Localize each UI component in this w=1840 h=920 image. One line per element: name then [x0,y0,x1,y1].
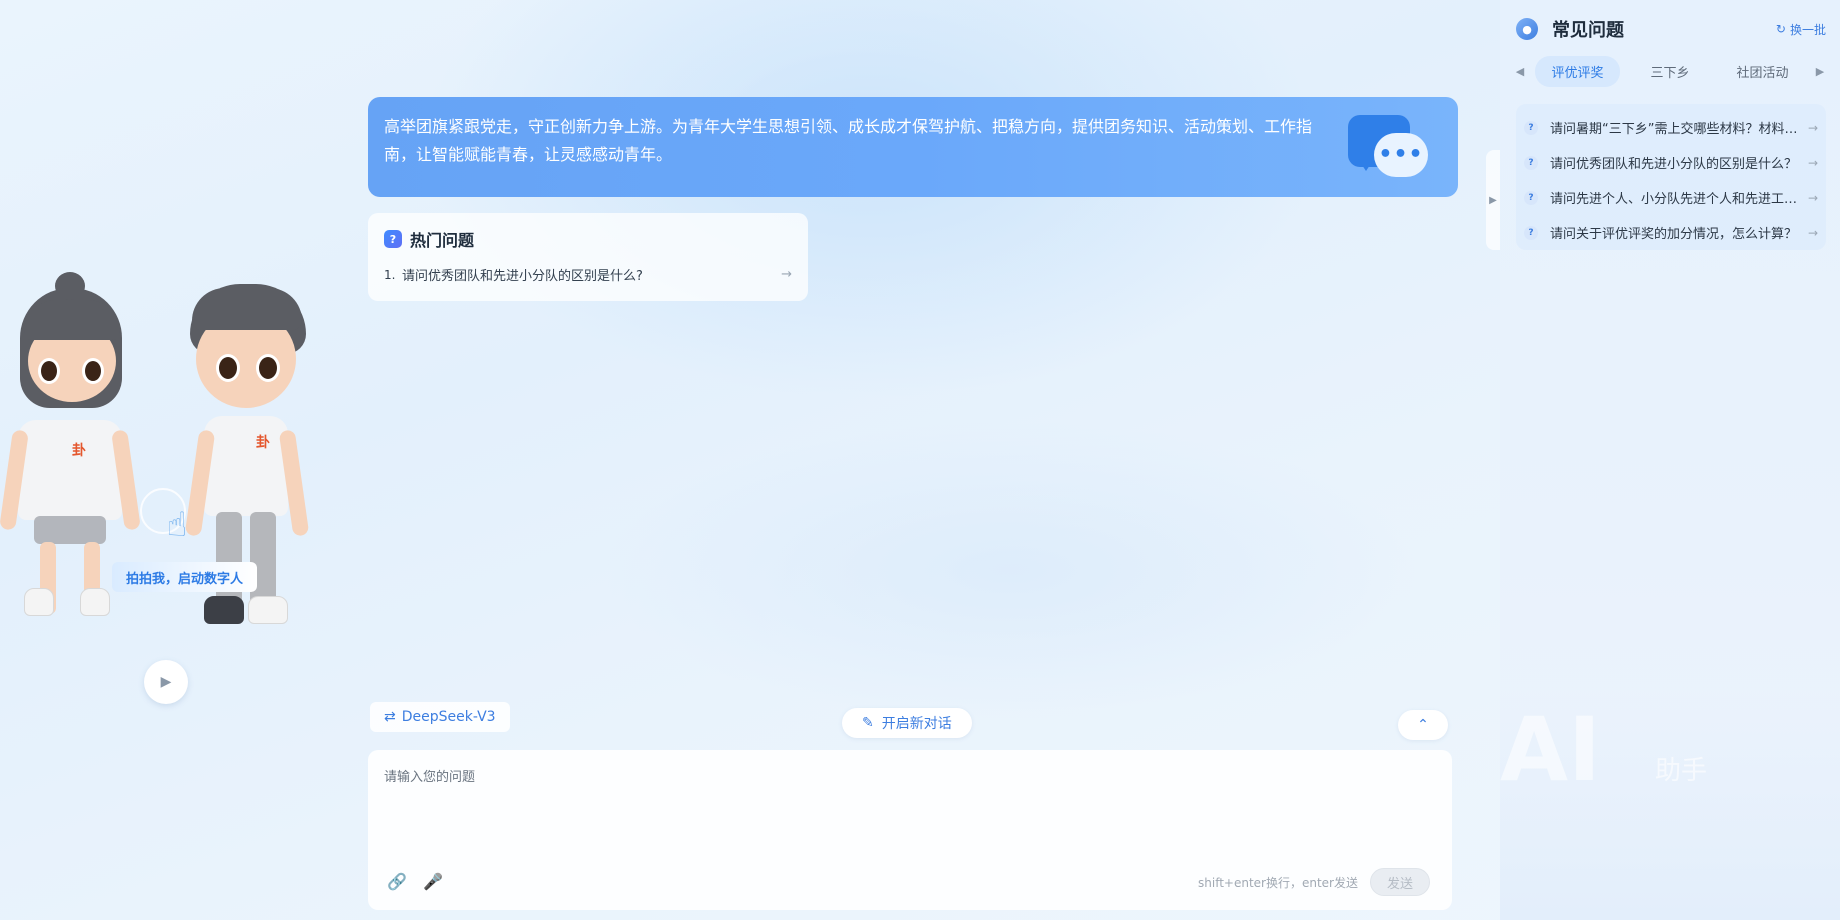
new-chat-label: 开启新对话 [881,716,952,732]
faq-item[interactable]: ? 请问关于评优评奖的加分情况，怎么计算？ → [1524,215,1818,250]
question-icon: ? [1524,155,1538,170]
arrow-right-icon: → [1807,225,1818,240]
collapse-button[interactable]: ⌃ [1398,710,1448,740]
faq-tabs: ◀ 评优评奖 三下乡 社团活动 ▶ [1512,55,1828,87]
faq-item-text: 请问先进个人、小分队先进个人和先进工作者的区别是什么？ [1550,192,1800,207]
chat-input-box: 🔗 🎤 shift+enter换行，enter发送 发送 [368,750,1452,910]
hot-question-text: 请问优秀团队和先进小分队的区别是什么? [402,269,643,284]
send-button[interactable]: 发送 [1370,868,1430,896]
background-glow [420,0,1320,400]
question-icon: ? [1524,120,1538,135]
faq-logo-icon: ● [1516,18,1538,40]
faq-item-text: 请问关于评优评奖的加分情况，怎么计算？ [1550,227,1798,242]
hot-question-number: 1. [384,267,396,282]
question-input[interactable] [384,766,1434,846]
play-icon: ▶ [160,674,172,690]
hot-question-item[interactable]: 1. 请问优秀团队和先进小分队的区别是什么? → [384,265,792,284]
tabs-prev-icon[interactable]: ◀ [1512,65,1528,78]
tab-club-activities[interactable]: 社团活动 [1720,56,1804,87]
arrow-right-icon: → [781,267,792,282]
digital-human-area[interactable]: 卦 卦 ☝ 拍拍我，启动数字人 [0,272,340,700]
model-switch-button[interactable]: ⇄ DeepSeek-V3 [370,702,510,732]
arrow-right-icon: → [1807,120,1818,135]
refresh-button[interactable]: ↻ 换一批 [1776,21,1826,38]
shirt-logo: 卦 [72,443,86,459]
shirt-logo: 卦 [256,435,270,451]
intro-banner: 高举团旗紧跟党走，守正创新力争上游。为青年大学生思想引领、成长成才保驾护航、把稳… [368,97,1458,197]
arrow-right-icon: → [1807,155,1818,170]
link-icon[interactable]: 🔗 [386,870,408,892]
faq-item[interactable]: ? 请问优秀团队和先进小分队的区别是什么？ → [1524,145,1818,180]
tab-awards[interactable]: 评优评奖 [1535,55,1620,87]
refresh-label: 换一批 [1789,22,1826,37]
tabs-next-icon[interactable]: ▶ [1812,65,1828,78]
model-name: DeepSeek-V3 [401,709,496,725]
arrow-right-icon: → [1807,190,1818,205]
input-hint: shift+enter换行，enter发送 [1198,876,1358,890]
new-chat-button[interactable]: ✎ 开启新对话 [842,708,972,738]
banner-text: 高举团旗紧跟党走，守正创新力争上游。为青年大学生思想引领、成长成才保驾护航、把稳… [384,117,1313,164]
ai-watermark: AI 助手 [1500,690,1840,920]
watermark-ai: AI [1500,698,1601,801]
hot-questions-icon: ? [384,230,402,248]
chevron-right-icon: ▶ [1489,194,1497,206]
hot-questions-card: ? 热门问题 1. 请问优秀团队和先进小分队的区别是什么? → [368,213,808,301]
faq-list: ? 请问暑期“三下乡”需上交哪些材料？材料提交时间是什么时候？ → ? 请问优秀… [1516,104,1826,250]
question-icon: ? [1524,225,1538,240]
tab-rural-practice[interactable]: 三下乡 [1634,56,1705,87]
chevron-up-icon: ⌃ [1417,717,1429,733]
background-glow-lower [600,420,1420,720]
hot-questions-title: 热门问题 [410,231,475,250]
question-icon: ? [1524,190,1538,205]
faq-title: 常见问题 [1552,20,1624,41]
panel-toggle-handle[interactable]: ▶ [1486,150,1500,250]
start-digital-human-label[interactable]: 拍拍我，启动数字人 [112,562,258,592]
faq-item[interactable]: ? 请问暑期“三下乡”需上交哪些材料？材料提交时间是什么时候？ → [1524,110,1818,145]
faq-item-text: 请问优秀团队和先进小分队的区别是什么？ [1550,157,1798,172]
new-chat-icon: ✎ [862,715,874,731]
switch-icon: ⇄ [384,709,396,725]
faq-item[interactable]: ? 请问先进个人、小分队先进个人和先进工作者的区别是什么？ → [1524,180,1818,215]
play-button[interactable]: ▶ [144,660,188,704]
chat-bubbles-icon: ••• [1348,115,1432,187]
refresh-icon: ↻ [1775,22,1786,36]
microphone-icon[interactable]: 🎤 [422,870,444,892]
hand-pointer-icon[interactable]: ☝ [152,500,202,550]
faq-item-text: 请问暑期“三下乡”需上交哪些材料？材料提交时间是什么时候？ [1550,122,1800,137]
watermark-assistant: 助手 [1655,756,1708,786]
